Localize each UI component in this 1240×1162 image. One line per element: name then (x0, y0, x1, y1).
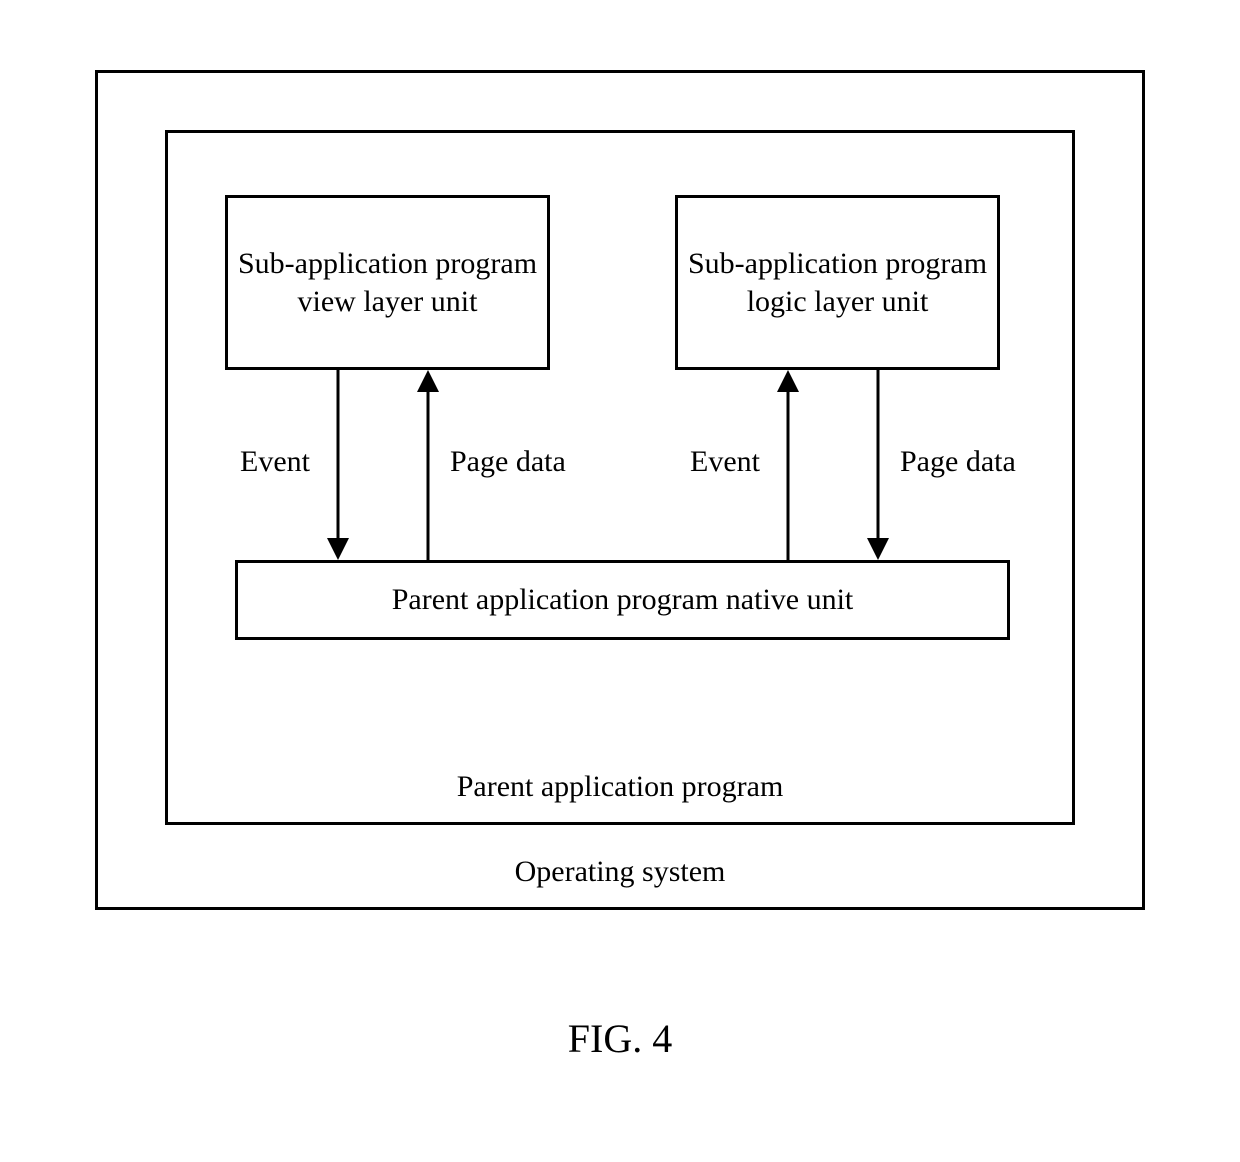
view-layer-unit-box: Sub-application program view layer unit (225, 195, 550, 370)
logic-layer-unit-box: Sub-application program logic layer unit (675, 195, 1000, 370)
parent-native-unit-box: Parent application program native unit (235, 560, 1010, 640)
event-label-right: Event (690, 445, 760, 479)
event-label-left: Event (240, 445, 310, 479)
view-layer-unit-label: Sub-application program view layer unit (236, 245, 539, 320)
pagedata-label-right: Page data (900, 445, 1016, 479)
arrow-pagedata-right-icon (863, 370, 893, 560)
arrow-pagedata-left-icon (413, 370, 443, 560)
logic-layer-unit-label: Sub-application program logic layer unit (686, 245, 989, 320)
figure-caption: FIG. 4 (0, 1015, 1240, 1062)
parent-native-unit-label: Parent application program native unit (392, 583, 854, 617)
operating-system-label: Operating system (95, 855, 1145, 889)
parent-application-label: Parent application program (165, 770, 1075, 804)
arrow-event-left-icon (323, 370, 353, 560)
arrow-event-right-icon (773, 370, 803, 560)
pagedata-label-left: Page data (450, 445, 566, 479)
